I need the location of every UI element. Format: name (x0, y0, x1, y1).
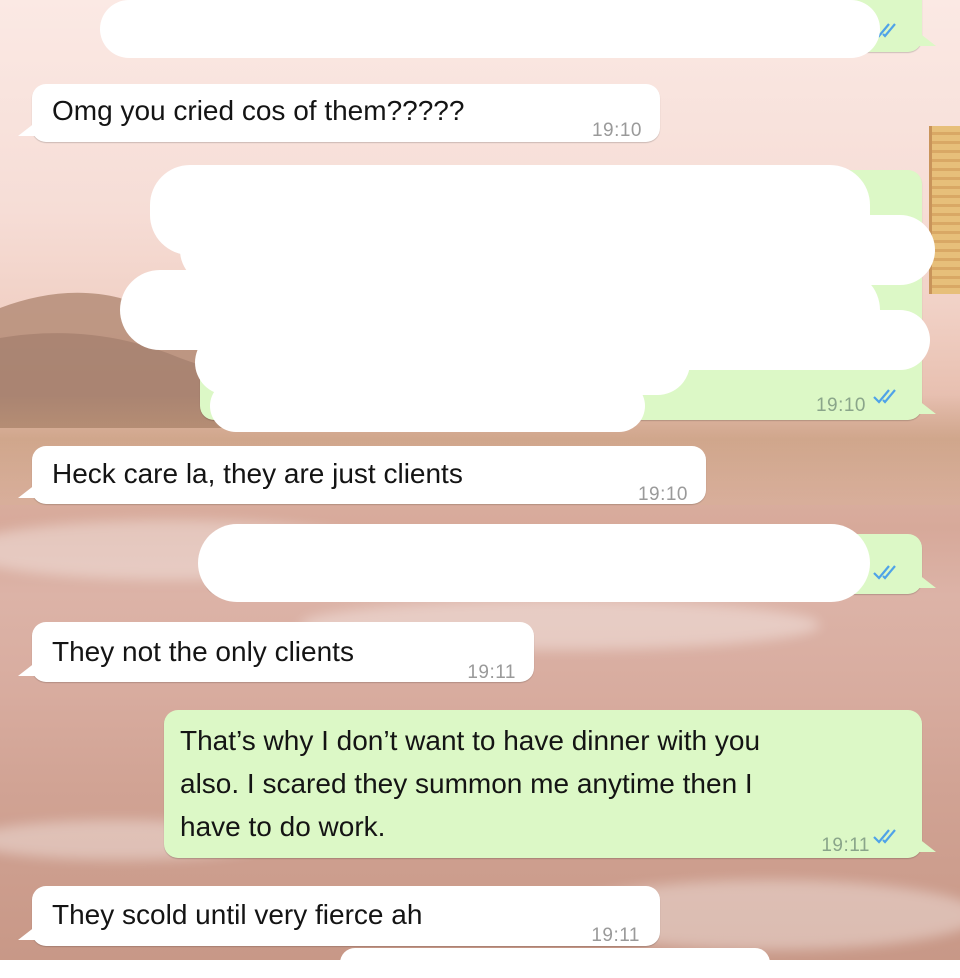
message-time: 19:11 (467, 662, 516, 683)
redaction-mark (340, 948, 770, 978)
message-text-line: That’s why I don’t want to have dinner w… (180, 725, 761, 756)
message-incoming[interactable]: Heck care la, they are just clients 19:1… (18, 446, 706, 505)
double-check-icon (873, 829, 896, 844)
message-text: Heck care la, they are just clients (52, 458, 463, 489)
message-time: 19:10 (591, 120, 642, 141)
redaction-mark (100, 0, 880, 58)
redaction-mark (210, 380, 645, 432)
message-text: Omg you cried cos of them????? (52, 95, 465, 126)
message-outgoing[interactable]: That’s why I don’t want to have dinner w… (164, 710, 936, 858)
message-incoming[interactable]: They scold until very fierce ah 19:11 (18, 886, 660, 946)
message-incoming[interactable]: They not the only clients 19:11 (18, 622, 534, 683)
message-text-line: have to do work. (180, 811, 386, 842)
message-time: 19:10 (637, 484, 688, 505)
message-time: 19:10 (815, 395, 866, 416)
message-text-line: also. I scared they summon me anytime th… (180, 768, 753, 799)
redaction-mark (198, 524, 870, 602)
double-check-icon (873, 565, 896, 580)
double-check-icon (873, 389, 896, 404)
message-time: 19:11 (821, 835, 870, 856)
message-text: They scold until very fierce ah (52, 899, 423, 930)
message-incoming[interactable]: Omg you cried cos of them????? 19:10 (18, 84, 660, 142)
chat-message-list[interactable]: Omg you cried cos of them????? 19:10 19:… (0, 0, 960, 978)
message-text: They not the only clients (52, 636, 354, 667)
